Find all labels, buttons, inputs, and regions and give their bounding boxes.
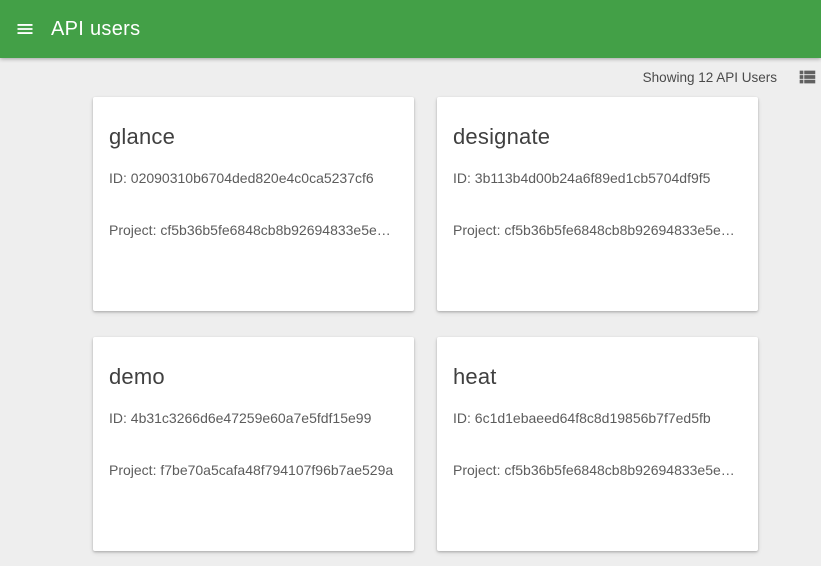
project-label: Project: [453, 222, 500, 238]
api-user-card[interactable]: glance ID: 02090310b6704ded820e4c0ca5237… [93, 97, 414, 311]
id-value: 4b31c3266d6e47259e60a7e5fdf15e99 [131, 410, 372, 426]
view-list-icon [796, 66, 818, 88]
project-value: f7be70a5cafa48f794107f96b7ae529a [160, 462, 393, 478]
app-header: API users [0, 0, 821, 58]
view-list-toggle-button[interactable] [795, 65, 819, 89]
project-label: Project: [109, 222, 156, 238]
id-value: 6c1d1ebaeed64f8c8d19856b7f7ed5fb [475, 410, 711, 426]
id-label: ID: [453, 410, 471, 426]
api-user-project-line: Project: cf5b36b5fe6848cb8b92694833e5e… [453, 461, 742, 480]
api-user-name: glance [109, 123, 398, 151]
id-label: ID: [109, 170, 127, 186]
api-user-id-line: ID: 3b113b4d00b24a6f89ed1cb5704df9f5 [453, 169, 742, 188]
id-label: ID: [453, 170, 471, 186]
menu-button[interactable] [13, 17, 37, 41]
api-user-id-line: ID: 6c1d1ebaeed64f8c8d19856b7f7ed5fb [453, 409, 742, 428]
api-user-project-line: Project: f7be70a5cafa48f794107f96b7ae529… [109, 461, 398, 480]
id-value: 02090310b6704ded820e4c0ca5237cf6 [131, 170, 374, 186]
api-user-card[interactable]: demo ID: 4b31c3266d6e47259e60a7e5fdf15e9… [93, 337, 414, 551]
api-user-card[interactable]: designate ID: 3b113b4d00b24a6f89ed1cb570… [437, 97, 758, 311]
api-user-project-line: Project: cf5b36b5fe6848cb8b92694833e5e… [109, 221, 398, 240]
id-value: 3b113b4d00b24a6f89ed1cb5704df9f5 [475, 170, 711, 186]
api-user-project-line: Project: cf5b36b5fe6848cb8b92694833e5e… [453, 221, 742, 240]
showing-count-label: Showing 12 API Users [643, 70, 777, 85]
toolbar: Showing 12 API Users [0, 58, 821, 96]
project-label: Project: [453, 462, 500, 478]
api-user-name: designate [453, 123, 742, 151]
api-user-name: heat [453, 363, 742, 391]
project-value: cf5b36b5fe6848cb8b92694833e5e… [160, 222, 390, 238]
id-label: ID: [109, 410, 127, 426]
hamburger-icon [15, 19, 35, 39]
project-value: cf5b36b5fe6848cb8b92694833e5e… [504, 222, 734, 238]
card-grid: glance ID: 02090310b6704ded820e4c0ca5237… [93, 97, 821, 551]
api-user-id-line: ID: 4b31c3266d6e47259e60a7e5fdf15e99 [109, 409, 398, 428]
project-label: Project: [109, 462, 156, 478]
api-user-id-line: ID: 02090310b6704ded820e4c0ca5237cf6 [109, 169, 398, 188]
api-user-name: demo [109, 363, 398, 391]
api-user-card[interactable]: heat ID: 6c1d1ebaeed64f8c8d19856b7f7ed5f… [437, 337, 758, 551]
page-title: API users [51, 18, 140, 41]
project-value: cf5b36b5fe6848cb8b92694833e5e… [504, 462, 734, 478]
